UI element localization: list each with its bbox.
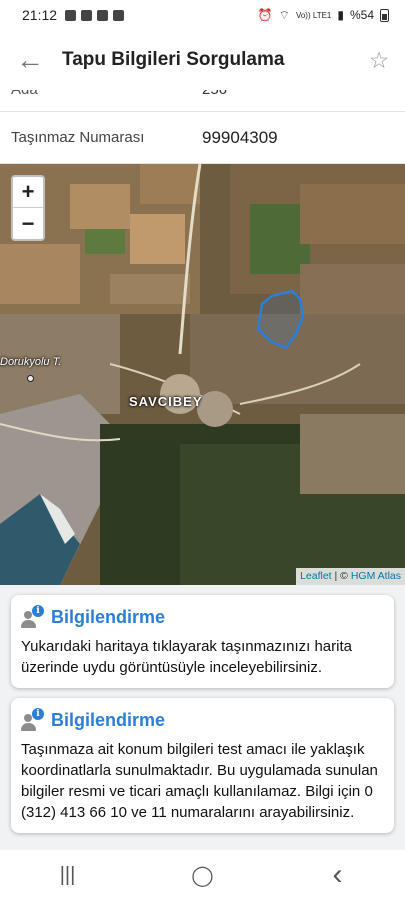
- favorite-button[interactable]: ☆: [353, 30, 405, 90]
- status-right: ⏰ ⌔ Vo)) LTE1 ▮ %54: [258, 8, 389, 23]
- alarm-icon: ⏰: [257, 8, 273, 22]
- back-button[interactable]: ←: [0, 30, 60, 90]
- map-attribution: Leaflet | © HGM Atlas: [296, 568, 405, 585]
- leaflet-link[interactable]: Leaflet: [300, 570, 332, 582]
- system-back-button[interactable]: ‹: [308, 858, 368, 892]
- status-time: 21:12: [22, 7, 58, 23]
- notification-icons: [65, 9, 125, 21]
- arrow-left-icon: ←: [16, 44, 44, 75]
- recents-button[interactable]: |||: [38, 864, 98, 887]
- info-card-header: i Bilgilendirme: [21, 605, 384, 629]
- info-card: i Bilgilendirme Taşınmaza ait konum bilg…: [11, 698, 394, 833]
- app-notification-icon: [81, 9, 93, 21]
- app-bar: ← Tapu Bilgileri Sorgulama ☆: [0, 30, 405, 90]
- wifi-icon: ⌔: [278, 7, 290, 22]
- info-value: 256: [202, 90, 227, 98]
- parcel-number-value: 99904309: [202, 127, 278, 147]
- star-outline-icon: ☆: [368, 46, 390, 73]
- home-button[interactable]: ◯: [173, 863, 233, 888]
- info-row-clipped: Ada 256: [0, 90, 405, 112]
- info-row-parcel: Taşınmaz Numarası 99904309: [0, 112, 405, 164]
- info-card: i Bilgilendirme Yukarıdaki haritaya tıkl…: [11, 595, 394, 688]
- info-card-body: Yukarıdaki haritaya tıklayarak taşınmazı…: [21, 638, 352, 676]
- scroll-content[interactable]: Ada 256 Taşınmaz Numarası 99904309: [0, 90, 405, 850]
- provider-link[interactable]: HGM Atlas: [351, 570, 401, 582]
- map-village-label: SAVCIBEY: [129, 394, 203, 409]
- signal-icon: ▮: [337, 8, 344, 22]
- attribution-separator: | ©: [331, 570, 351, 582]
- zoom-in-button[interactable]: +: [13, 177, 43, 208]
- battery-icon: [380, 8, 389, 22]
- parcel-number-label: Taşınmaz Numarası: [11, 129, 145, 146]
- user-info-icon: i: [21, 708, 45, 732]
- user-info-icon: i: [21, 605, 45, 629]
- zoom-out-button[interactable]: −: [13, 208, 43, 239]
- system-nav-bar: ||| ◯ ‹: [0, 850, 405, 900]
- info-card-title: Bilgilendirme: [51, 709, 166, 730]
- poi-marker-icon: [27, 375, 34, 382]
- satellite-imagery: [0, 164, 405, 585]
- network-indicator: Vo)) LTE1: [295, 10, 332, 20]
- info-card-title: Bilgilendirme: [51, 606, 166, 627]
- app-notification-icon: [97, 9, 109, 21]
- info-card-body: Taşınmaza ait konum bilgileri test amacı…: [21, 741, 378, 821]
- zoom-control: + −: [11, 175, 45, 241]
- info-card-header: i Bilgilendirme: [21, 708, 384, 732]
- image-notification-icon: [113, 9, 125, 21]
- page-title: Tapu Bilgileri Sorgulama: [62, 49, 285, 70]
- battery-level: %54: [349, 8, 374, 22]
- status-bar: 21:12 ⏰ ⌔ Vo)) LTE1 ▮ %54: [0, 0, 405, 30]
- satellite-map[interactable]: + − Dorukyolu T. SAVCIBEY Leaflet | © HG…: [0, 164, 405, 585]
- app-notification-icon: [65, 9, 77, 21]
- map-place-label: Dorukyolu T.: [0, 356, 62, 368]
- info-label: Ada: [11, 90, 38, 98]
